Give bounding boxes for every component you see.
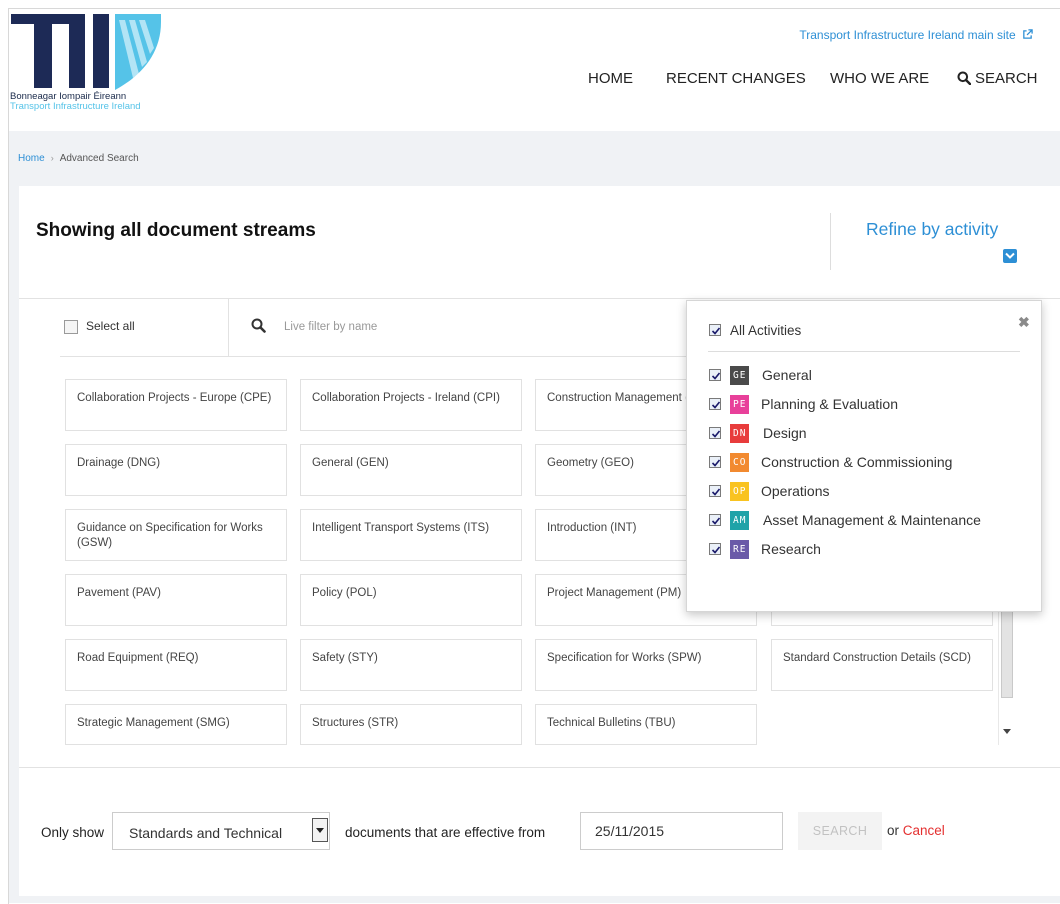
search-icon [251,318,266,333]
refine-toggle-button[interactable] [1003,249,1017,263]
activity-code-badge: DN [730,424,750,443]
activity-checkbox[interactable] [709,369,721,381]
effective-from-label: documents that are effective from [345,825,546,840]
activity-checkbox[interactable] [709,456,721,468]
checkmark-icon [711,401,721,409]
breadcrumb-separator-icon: › [50,153,54,163]
document-type-selected: Standards and Technical [129,825,283,841]
checkmark-icon [711,459,721,467]
all-activities-label: All Activities [730,323,802,338]
effective-date-input[interactable] [580,812,783,850]
scrollbar-thumb[interactable] [1001,608,1013,698]
checkmark-icon [711,327,721,335]
chevron-down-icon [316,828,324,833]
main-site-link[interactable]: Transport Infrastructure Ireland main si… [799,28,1033,42]
activity-code-badge: GE [730,366,750,385]
stream-tile[interactable]: Collaboration Projects - Ireland (CPI) [300,379,522,431]
checkmark-icon [711,488,721,496]
main-site-link-label: Transport Infrastructure Ireland main si… [799,28,1016,42]
stream-tile[interactable]: Structures (STR) [300,704,522,745]
activity-checkbox[interactable] [709,398,721,410]
title-divider [830,213,831,270]
activity-checkbox[interactable] [709,427,721,439]
all-activities-checkbox[interactable] [709,324,721,336]
stream-tile[interactable]: Technical Bulletins (TBU) [535,704,757,745]
or-cancel: or Cancel [887,823,945,838]
stream-tile[interactable]: Intelligent Transport Systems (ITS) [300,509,522,561]
nav-who-we-are[interactable]: WHO WE ARE [830,70,929,90]
activity-checkbox[interactable] [709,485,721,497]
activity-label: General [762,367,812,383]
activity-code-badge: PE [730,395,750,414]
external-link-icon [1023,29,1033,39]
scroll-down-arrow-icon[interactable] [1003,729,1011,734]
page-title: Showing all document streams [36,220,316,241]
stream-tile[interactable]: Guidance on Specification for Works (GSW… [65,509,287,561]
activity-code-badge: AM [730,511,750,530]
nav-search[interactable]: SEARCH [957,70,1038,90]
document-type-dropdown-button[interactable] [312,818,328,842]
activity-label: Research [761,541,821,557]
refine-by-activity-link[interactable]: Refine by activity [866,219,998,240]
breadcrumb: Home › Advanced Search [18,153,139,164]
filter-underline [60,356,700,357]
only-show-label: Only show [41,825,105,840]
checkmark-icon [711,517,721,525]
cancel-link[interactable]: Cancel [903,823,945,838]
live-filter-input[interactable] [280,316,568,338]
activity-code-badge: OP [730,482,750,501]
activity-label: Operations [761,483,830,499]
filter-divider [228,298,229,356]
select-all-label: Select all [86,319,135,333]
stream-tile[interactable]: Specification for Works (SPW) [535,639,757,691]
or-label: or [887,823,900,838]
stream-tile[interactable]: Pavement (PAV) [65,574,287,626]
checkmark-icon [711,430,721,438]
nav-home[interactable]: HOME [588,70,633,90]
activity-checkbox[interactable] [709,543,721,555]
activity-code-badge: RE [730,540,750,559]
activity-checkbox[interactable] [709,514,721,526]
activity-label: Design [763,425,807,441]
stream-tile[interactable]: Strategic Management (SMG) [65,704,287,745]
activity-label: Planning & Evaluation [761,396,898,412]
nav-recent-changes[interactable]: RECENT CHANGES [666,70,806,90]
select-all-checkbox[interactable] [64,320,78,334]
stream-tile[interactable]: Drainage (DNG) [65,444,287,496]
stream-tile[interactable]: General (GEN) [300,444,522,496]
breadcrumb-home[interactable]: Home [18,153,45,164]
stream-tile[interactable]: Safety (STY) [300,639,522,691]
checkmark-icon [711,546,721,554]
search-button[interactable]: SEARCH [798,812,882,850]
breadcrumb-current: Advanced Search [59,153,139,164]
stream-tile[interactable]: Road Equipment (REQ) [65,639,287,691]
activity-label: Construction & Commissioning [761,454,953,470]
stream-tile[interactable]: Standard Construction Details (SCD) [771,639,993,691]
logo-tagline-english: Transport Infrastructure Ireland [10,101,141,112]
checkmark-icon [711,372,721,380]
title-panel [19,186,1060,298]
nav-search-label: SEARCH [975,70,1038,87]
close-icon[interactable]: ✖ [1018,314,1030,331]
popup-separator [708,351,1020,352]
search-icon [957,71,972,86]
stream-tile[interactable]: Collaboration Projects - Europe (CPE) [65,379,287,431]
chevron-down-icon [1005,252,1015,259]
activity-code-badge: CO [730,453,750,472]
stream-tile[interactable]: Policy (POL) [300,574,522,626]
activity-label: Asset Management & Maintenance [763,512,981,528]
